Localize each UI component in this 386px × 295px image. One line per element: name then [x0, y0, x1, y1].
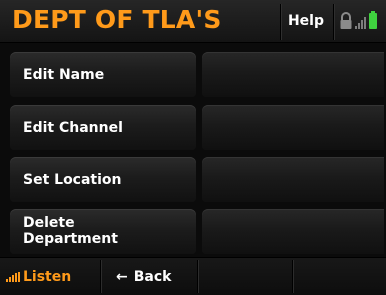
lock-icon — [340, 12, 352, 29]
edit-channel-label: Edit Channel — [23, 119, 123, 136]
menu-row-edit-name: Edit Name — [10, 52, 384, 97]
menu-row-edit-channel: Edit Channel — [10, 105, 384, 150]
footer-bar: Listen ← Back — [0, 257, 386, 295]
edit-name-button[interactable]: Edit Name — [10, 52, 196, 97]
softkey-3[interactable] — [199, 258, 292, 295]
edit-name-value[interactable] — [202, 52, 384, 97]
listen-button[interactable]: Listen — [0, 258, 100, 295]
delete-department-label: Delete Department — [23, 215, 118, 247]
delete-department-button[interactable]: Delete Department — [10, 209, 196, 254]
help-button[interactable]: Help — [281, 0, 331, 42]
edit-channel-value[interactable] — [202, 105, 384, 150]
signal-icon — [6, 271, 20, 282]
set-location-label: Set Location — [23, 171, 122, 188]
header-divider — [333, 4, 335, 40]
set-location-button[interactable]: Set Location — [10, 157, 196, 202]
back-arrow-icon: ← — [116, 268, 128, 285]
back-button[interactable]: ← Back — [102, 258, 197, 295]
page-title: DEPT OF TLA'S — [12, 5, 222, 34]
signal-icon — [355, 17, 366, 29]
status-icons — [338, 8, 384, 34]
header-bar: DEPT OF TLA'S Help — [0, 0, 386, 43]
edit-channel-button[interactable]: Edit Channel — [10, 105, 196, 150]
status-icons-graphic — [340, 11, 377, 29]
menu-row-delete-department: Delete Department — [10, 209, 384, 254]
listen-label: Listen — [23, 268, 72, 285]
back-label: Back — [133, 268, 172, 285]
softkey-4[interactable] — [294, 258, 386, 295]
radio-screen: DEPT OF TLA'S Help Edit Name Edit Channe… — [0, 0, 386, 295]
edit-name-label: Edit Name — [23, 66, 105, 83]
menu-row-set-location: Set Location — [10, 157, 384, 202]
battery-icon — [369, 11, 377, 29]
delete-department-value[interactable] — [202, 209, 384, 254]
set-location-value[interactable] — [202, 157, 384, 202]
